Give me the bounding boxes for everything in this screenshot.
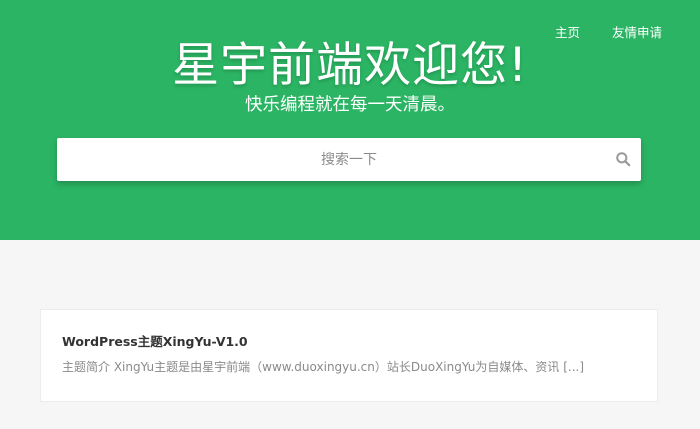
site-title: 星宇前端欢迎您!: [172, 38, 528, 93]
search-icon[interactable]: [615, 151, 631, 167]
site-subtitle: 快乐编程就在每一天清晨。: [245, 95, 455, 115]
search-box: [57, 138, 641, 181]
post-card: WordPress主题XingYu-V1.0 主题简介 XingYu主题是由星宇…: [40, 309, 658, 402]
post-excerpt: 主题简介 XingYu主题是由星宇前端（www.duoxingyu.cn）站长D…: [62, 360, 585, 374]
hero-banner: 主页 友情申请 星宇前端欢迎您! 快乐编程就在每一天清晨。: [0, 0, 700, 240]
post-title[interactable]: WordPress主题XingYu-V1.0: [62, 331, 248, 350]
search-input[interactable]: [57, 138, 641, 181]
